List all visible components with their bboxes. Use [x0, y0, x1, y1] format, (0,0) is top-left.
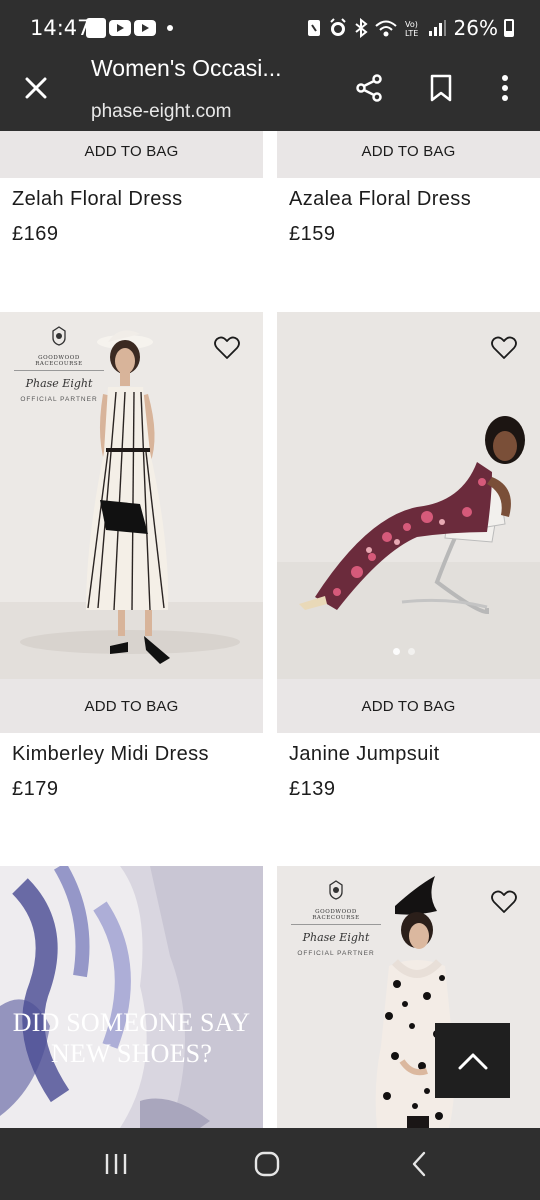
back-to-top-button[interactable]: [435, 1023, 510, 1098]
heart-icon: [491, 336, 517, 359]
chevron-up-icon: [458, 1053, 487, 1069]
badge-racecourse: GOODWOOD RACECOURSE: [14, 355, 104, 371]
wishlist-button[interactable]: [490, 888, 518, 916]
promo-photo: [0, 866, 263, 1128]
home-icon: [254, 1151, 280, 1177]
notification-icons: [86, 16, 173, 40]
add-to-bag-button[interactable]: ADD TO BAG: [0, 131, 263, 178]
heart-icon: [214, 336, 240, 359]
status-time: 14:47: [30, 16, 91, 40]
carousel-dot-active[interactable]: [393, 648, 400, 655]
recent-apps-button[interactable]: [91, 1146, 141, 1182]
product-card: ADD TO BAG Zelah Floral Dress £169: [0, 131, 263, 311]
page-url: phase-eight.com: [91, 101, 232, 122]
custom-tab-toolbar: Women's Occasi... phase-eight.com: [0, 55, 540, 131]
volte-icon: Vo) LTE: [404, 18, 422, 38]
share-button[interactable]: [351, 70, 387, 106]
crest-icon: [52, 326, 66, 346]
product-grid: ADD TO BAG Zelah Floral Dress £169 ADD T…: [0, 131, 540, 1128]
image-carousel-dots[interactable]: [393, 648, 415, 655]
back-icon: [412, 1151, 426, 1177]
promo-banner[interactable]: DID SOMEONE SAY NEW SHOES?: [0, 866, 263, 1128]
page-title: Women's Occasi...: [91, 55, 282, 81]
battery-percent: 26%: [453, 16, 498, 40]
bookmark-icon: [430, 74, 452, 102]
close-button[interactable]: [18, 70, 54, 106]
product-name[interactable]: Kimberley Midi Dress: [12, 743, 209, 766]
recent-apps-icon: [105, 1154, 127, 1174]
bluetooth-icon: [354, 18, 368, 38]
close-icon: [25, 77, 47, 99]
promo-image: DID SOMEONE SAY NEW SHOES?: [0, 866, 263, 1128]
more-options-button[interactable]: [487, 70, 523, 106]
goodwood-partner-badge: GOODWOOD RACECOURSE Phase Eight OFFICIAL…: [14, 326, 104, 403]
svg-text:Vo): Vo): [405, 20, 418, 29]
add-to-bag-button[interactable]: ADD TO BAG: [277, 131, 540, 178]
youtube-icon: [109, 20, 131, 36]
nfc-icon: [306, 19, 322, 37]
status-bar: 14:47 Vo) LTE 26%: [0, 0, 540, 56]
home-button[interactable]: [242, 1146, 292, 1182]
heart-icon: [491, 890, 517, 913]
product-name[interactable]: Zelah Floral Dress: [12, 188, 183, 211]
product-card: ADD TO BAG Janine Jumpsuit £139: [277, 312, 540, 852]
product-price: £139: [289, 778, 336, 800]
product-price: £169: [12, 223, 59, 245]
svg-text:LTE: LTE: [405, 29, 418, 38]
promo-line-2: NEW SHOES?: [50, 1038, 213, 1068]
wifi-icon: [374, 18, 398, 38]
promo-line-1: DID SOMEONE SAY: [12, 1008, 251, 1037]
promo-headline: DID SOMEONE SAY NEW SHOES?: [0, 1008, 263, 1069]
carousel-dot[interactable]: [408, 648, 415, 655]
wishlist-button[interactable]: [490, 334, 518, 362]
model-photo: [277, 312, 540, 679]
product-image[interactable]: GOODWOOD RACECOURSE Phase Eight OFFICIAL…: [0, 312, 263, 679]
badge-brand: Phase Eight: [302, 931, 370, 944]
crest-icon: [329, 880, 343, 900]
signal-icon: [428, 19, 446, 37]
battery-icon: [504, 19, 514, 37]
share-icon: [356, 74, 382, 102]
youtube-icon: [134, 20, 156, 36]
bookmark-button[interactable]: [423, 70, 459, 106]
product-price: £159: [289, 223, 336, 245]
badge-brand: Phase Eight: [25, 377, 93, 390]
goodwood-partner-badge: GOODWOOD RACECOURSE Phase Eight OFFICIAL…: [291, 880, 381, 957]
wishlist-button[interactable]: [213, 334, 241, 362]
system-navigation-bar: [0, 1128, 540, 1200]
dot-icon: [167, 25, 173, 31]
product-card: ADD TO BAG Azalea Floral Dress £159: [277, 131, 540, 311]
alarm-icon: [328, 18, 348, 38]
add-to-bag-button[interactable]: ADD TO BAG: [0, 679, 263, 733]
back-button[interactable]: [394, 1146, 444, 1182]
system-icons: Vo) LTE 26%: [306, 16, 514, 40]
product-price: £179: [12, 778, 59, 800]
puzzle-icon: [86, 18, 106, 38]
add-to-bag-button[interactable]: ADD TO BAG: [277, 679, 540, 733]
product-name[interactable]: Azalea Floral Dress: [289, 188, 471, 211]
product-image[interactable]: [277, 312, 540, 679]
badge-official: OFFICIAL PARTNER: [297, 950, 375, 957]
product-card: GOODWOOD RACECOURSE Phase Eight OFFICIAL…: [0, 312, 263, 852]
badge-racecourse: GOODWOOD RACECOURSE: [291, 909, 381, 925]
more-vertical-icon: [502, 75, 508, 101]
product-name[interactable]: Janine Jumpsuit: [289, 743, 440, 766]
badge-official: OFFICIAL PARTNER: [20, 396, 98, 403]
